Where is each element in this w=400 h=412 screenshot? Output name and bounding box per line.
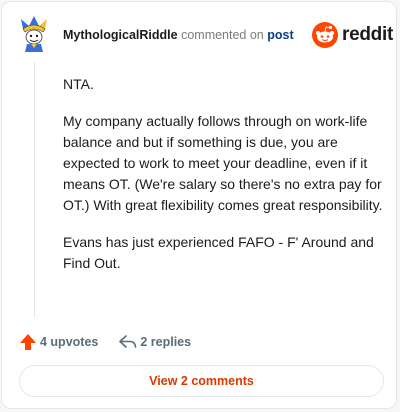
comment-actions: 4 upvotes 2 replies xyxy=(19,332,191,352)
comment-paragraph: NTA. xyxy=(63,76,94,92)
username[interactable]: MythologicalRiddle xyxy=(63,28,178,42)
reddit-snoo-icon xyxy=(312,22,338,48)
commented-on-text: commented on xyxy=(181,28,264,42)
post-link[interactable]: post xyxy=(267,28,293,42)
comment-paragraph: My company actually follows through on w… xyxy=(63,113,383,213)
reddit-logo[interactable]: reddit xyxy=(312,22,393,48)
reddit-wordmark: reddit xyxy=(342,24,393,45)
replies-count: 2 replies xyxy=(140,335,192,349)
comment-header: MythologicalRiddle commented on post xyxy=(63,28,294,42)
upvote-arrow-icon[interactable] xyxy=(19,333,37,351)
reply-arrow-icon xyxy=(119,335,137,348)
thread-line[interactable] xyxy=(34,62,35,318)
avatar[interactable] xyxy=(19,15,49,53)
view-comments-button[interactable]: View 2 comments xyxy=(19,365,384,397)
replies-button[interactable]: 2 replies xyxy=(119,335,191,349)
comment-paragraph: Evans has just experienced FAFO - F' Aro… xyxy=(63,234,374,271)
upvote-count[interactable]: 4 upvotes xyxy=(40,335,98,349)
comment-body: NTA. My company actually follows through… xyxy=(63,74,383,290)
jester-avatar-icon xyxy=(21,16,47,52)
comment-card: MythologicalRiddle commented on post red… xyxy=(1,1,397,409)
